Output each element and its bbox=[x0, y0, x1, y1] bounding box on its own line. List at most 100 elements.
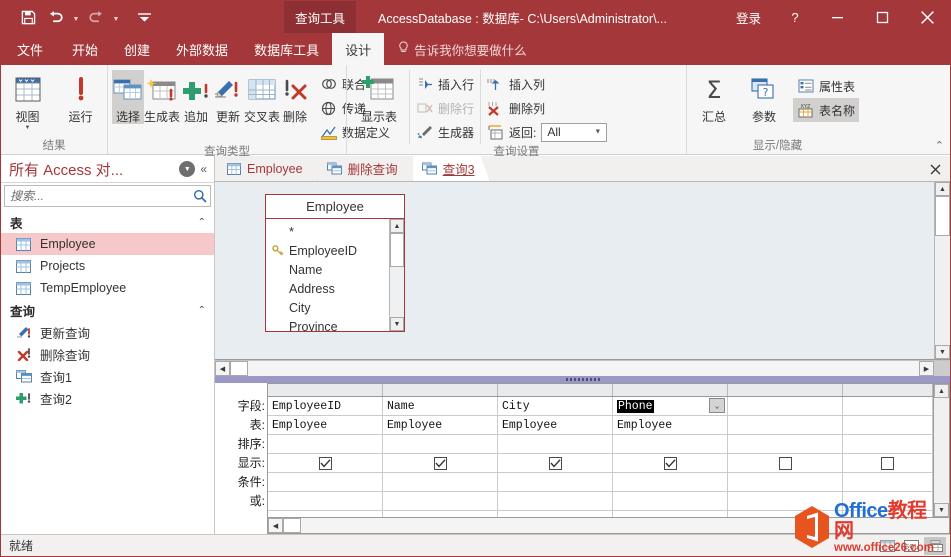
field-row[interactable]: EmployeeID bbox=[266, 241, 389, 260]
close-icon[interactable] bbox=[905, 1, 950, 33]
scrollbar-track[interactable] bbox=[934, 398, 949, 503]
grid-cell-or[interactable] bbox=[843, 492, 933, 510]
search-icon[interactable] bbox=[190, 189, 210, 203]
column-selector[interactable] bbox=[383, 384, 498, 396]
sidebar-item-update-query[interactable]: 更新查询 bbox=[1, 321, 214, 343]
sql-view-icon[interactable]: SQL bbox=[900, 537, 922, 555]
nav-section-tables[interactable]: 表 ⌃ bbox=[1, 211, 214, 233]
delete-column-button[interactable]: 删除列 bbox=[483, 96, 611, 120]
grid-cell-show[interactable] bbox=[268, 454, 383, 472]
grid-cell-sort[interactable] bbox=[498, 435, 613, 453]
scroll-up-icon[interactable]: ▲ bbox=[935, 182, 950, 196]
grid-cell-sort[interactable] bbox=[268, 435, 383, 453]
undo-dropdown-icon[interactable]: ▼ bbox=[71, 5, 81, 29]
show-checkbox-unchecked[interactable] bbox=[881, 456, 894, 470]
column-selector[interactable] bbox=[728, 384, 843, 396]
sidebar-item-employee[interactable]: Employee bbox=[1, 233, 214, 255]
crosstab-query-button[interactable]: 交叉表 bbox=[244, 70, 280, 124]
doc-tab-query3[interactable]: 查询3 bbox=[413, 156, 490, 181]
query-design-pane[interactable]: Employee * EmployeeID Name Address City … bbox=[215, 182, 950, 360]
column-selector[interactable] bbox=[613, 384, 728, 396]
scrollbar-thumb[interactable] bbox=[390, 233, 404, 267]
maximize-icon[interactable] bbox=[860, 1, 905, 33]
scrollbar-thumb[interactable] bbox=[230, 361, 248, 376]
grid-cell-sort[interactable] bbox=[843, 435, 933, 453]
grid-cell-table[interactable]: Employee bbox=[268, 416, 383, 434]
totals-button[interactable]: Σ 汇总 bbox=[691, 70, 737, 124]
append-query-button[interactable]: 追加 bbox=[180, 70, 212, 124]
pane-splitter[interactable] bbox=[215, 376, 950, 383]
close-icon[interactable] bbox=[926, 160, 944, 178]
customize-qat-icon[interactable] bbox=[131, 5, 157, 29]
search-input[interactable] bbox=[5, 188, 190, 204]
scrollbar-track[interactable] bbox=[390, 267, 404, 317]
grid-vertical-scrollbar[interactable]: ▲ ▼ bbox=[934, 383, 950, 518]
save-icon[interactable] bbox=[15, 5, 41, 29]
grid-cell-criteria[interactable] bbox=[383, 473, 498, 491]
show-checkbox-unchecked[interactable] bbox=[778, 456, 792, 470]
column-selector[interactable] bbox=[843, 384, 933, 396]
grid-cell-empty[interactable] bbox=[268, 511, 383, 517]
run-button[interactable]: 运行 bbox=[58, 70, 103, 124]
delete-row-button[interactable]: 删除行 bbox=[412, 96, 478, 120]
field-row[interactable]: Address bbox=[266, 279, 389, 298]
help-button[interactable]: ? bbox=[775, 1, 815, 33]
table-names-button[interactable]: XYZ 表名称 bbox=[793, 98, 860, 122]
insert-row-button[interactable]: 插入行 bbox=[412, 72, 478, 96]
grid-cell-criteria[interactable] bbox=[268, 473, 383, 491]
insert-column-button[interactable]: 插入列 bbox=[483, 72, 611, 96]
grid-cell-or[interactable] bbox=[728, 492, 843, 510]
scroll-up-icon[interactable]: ▲ bbox=[934, 384, 949, 398]
grid-cell-field[interactable]: Name bbox=[383, 397, 498, 415]
grid-cell-empty[interactable] bbox=[383, 511, 498, 517]
ribbon-tab-home[interactable]: 开始 bbox=[59, 33, 111, 65]
builder-button[interactable]: 生成器 bbox=[412, 120, 478, 144]
ribbon-tab-external-data[interactable]: 外部数据 bbox=[163, 33, 241, 65]
minimize-icon[interactable] bbox=[815, 1, 860, 33]
ribbon-tab-create[interactable]: 创建 bbox=[111, 33, 163, 65]
grid-cell-sort[interactable] bbox=[728, 435, 843, 453]
delete-query-button[interactable]: 删除 bbox=[280, 70, 310, 124]
redo-icon[interactable] bbox=[83, 5, 109, 29]
return-rows-control[interactable]: 返回: All ▼ bbox=[483, 120, 611, 144]
scrollbar-thumb[interactable] bbox=[283, 518, 301, 533]
grid-cell-table[interactable]: Employee bbox=[383, 416, 498, 434]
design-view-icon[interactable] bbox=[924, 536, 946, 555]
field-row[interactable]: Province bbox=[266, 317, 389, 332]
design-canvas[interactable]: Employee * EmployeeID Name Address City … bbox=[215, 182, 934, 359]
grid-cell-criteria[interactable] bbox=[498, 473, 613, 491]
collapse-chevron-icon[interactable]: ⌃ bbox=[198, 305, 206, 316]
undo-icon[interactable] bbox=[43, 5, 69, 29]
grid-cell-sort[interactable] bbox=[383, 435, 498, 453]
scrollbar-thumb[interactable] bbox=[935, 196, 950, 236]
show-checkbox-checked[interactable] bbox=[433, 456, 447, 470]
sidebar-item-query2[interactable]: 查询2 bbox=[1, 387, 214, 409]
column-selector[interactable] bbox=[268, 384, 383, 396]
table-field-list-employee[interactable]: Employee * EmployeeID Name Address City … bbox=[265, 194, 405, 332]
sidebar-item-projects[interactable]: Projects bbox=[1, 255, 214, 277]
chevron-down-icon[interactable]: ⌄ bbox=[709, 398, 725, 413]
grid-cell-empty[interactable] bbox=[728, 511, 843, 517]
query-design-grid[interactable]: EmployeeID Name City Phone ⌄ Employee Em… bbox=[267, 383, 934, 518]
grid-cell-field-active[interactable]: Phone ⌄ bbox=[613, 397, 728, 415]
grid-cell-or[interactable] bbox=[383, 492, 498, 510]
ribbon-tab-database-tools[interactable]: 数据库工具 bbox=[241, 33, 332, 65]
grid-horizontal-scrollbar[interactable]: ◀ bbox=[267, 518, 950, 534]
scroll-down-icon[interactable]: ▼ bbox=[934, 503, 949, 517]
show-checkbox-checked[interactable] bbox=[318, 456, 332, 470]
scroll-down-icon[interactable]: ▼ bbox=[390, 317, 404, 331]
doc-tab-delete-query[interactable]: 删除查询 bbox=[318, 156, 413, 181]
update-query-button[interactable]: 更新 bbox=[212, 70, 244, 124]
grid-cell-or[interactable] bbox=[498, 492, 613, 510]
field-row[interactable]: * bbox=[266, 222, 389, 241]
collapse-ribbon-icon[interactable]: ⌃ bbox=[935, 139, 944, 152]
make-table-query-button[interactable]: 生成表 bbox=[144, 70, 180, 124]
scroll-left-icon[interactable]: ◀ bbox=[268, 518, 283, 533]
grid-cell-table[interactable]: Employee bbox=[613, 416, 728, 434]
grid-cell-field[interactable]: City bbox=[498, 397, 613, 415]
sidebar-item-delete-query[interactable]: 删除查询 bbox=[1, 343, 214, 365]
grid-cell-empty[interactable] bbox=[498, 511, 613, 517]
column-selector[interactable] bbox=[498, 384, 613, 396]
grid-cell-or[interactable] bbox=[613, 492, 728, 510]
grid-cell-empty[interactable] bbox=[613, 511, 728, 517]
